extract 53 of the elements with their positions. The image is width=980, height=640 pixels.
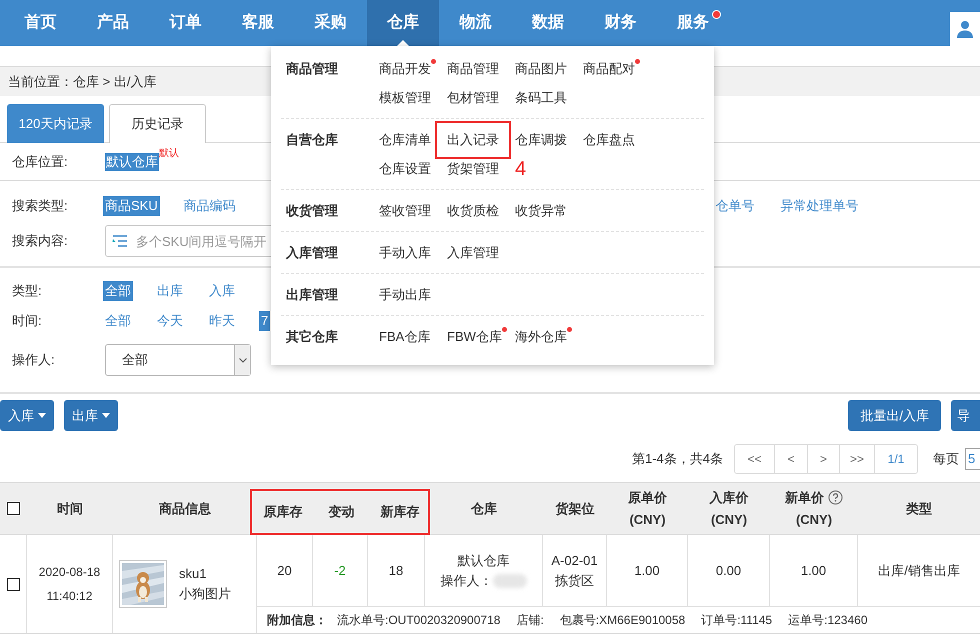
warehouse-name: 默认仓库 [458, 552, 510, 570]
menu-group-label: 入库管理 [284, 244, 339, 262]
table-cell-text: 0.00 [716, 562, 742, 580]
column-header: 时间 [57, 500, 83, 518]
column-header: 仓库 [471, 500, 497, 518]
column-header: 商品信息 [159, 500, 211, 518]
table-cell-text: 18 [388, 562, 404, 580]
sku-text: sku1 [179, 565, 208, 583]
page-indicator: 1/1 [886, 450, 906, 468]
change-value: -2 [334, 562, 346, 580]
column-unit: (CNY) [629, 510, 666, 529]
extra-info-text: 运单号:123460 [788, 612, 868, 629]
column-header: 原库存 [264, 503, 302, 521]
shelf-zone: 拣货区 [555, 572, 594, 590]
column-header: 新库存 [380, 503, 420, 521]
extra-info-text: 店铺: [516, 612, 544, 629]
column-unit: (CNY) [796, 510, 832, 529]
breadcrumb: 当前位置：仓库 > 出/入库 [8, 72, 156, 91]
table-cell-text: 1.00 [634, 562, 660, 580]
extra-info-text: 订单号:11145 [701, 612, 772, 629]
default-tag: 默认 [159, 146, 179, 161]
field-label: 仓库位置: [11, 152, 69, 171]
operator-label: 操作人： [440, 572, 492, 590]
column-unit: (CNY) [710, 510, 748, 529]
product-name: 小狗图片 [179, 585, 231, 603]
per-page-label: 每页 [933, 450, 959, 468]
table-cell-text: 出库/销售出库 [878, 562, 960, 580]
column-header: 新单价 [785, 488, 824, 506]
menu-group-label: 收货管理 [285, 202, 339, 220]
menu-group-label: 自营仓库 [285, 131, 339, 149]
extra-info-label: 附加信息： [267, 612, 327, 629]
column-header: 货架位 [556, 500, 594, 518]
field-label: 搜索类型: [11, 197, 69, 216]
column-header: 变动 [328, 503, 354, 521]
table-cell-text: 1.00 [800, 562, 826, 580]
extra-info-text: 流水单号:OUT0020320900718 [337, 612, 500, 629]
menu-group-label: 其它仓库 [285, 328, 339, 346]
extra-info-text: 包裹号:XM66E9010058 [560, 612, 686, 629]
time-text: 11:40:12 [46, 588, 92, 605]
column-header: 入库价 [710, 488, 748, 506]
annotation-number: 4 [515, 156, 528, 182]
page-summary: 第1-4条，共4条 [632, 450, 723, 468]
column-header: 类型 [906, 500, 932, 518]
field-label: 类型: [11, 282, 43, 300]
menu-group-label: 出库管理 [285, 286, 339, 304]
field-label: 操作人: [11, 351, 56, 370]
shelf-code: A-02-01 [551, 552, 598, 570]
table-cell-text: 20 [277, 562, 292, 580]
column-header: 原单价 [628, 488, 667, 506]
field-label: 时间: [11, 312, 43, 330]
menu-group-label: 商品管理 [285, 60, 339, 78]
field-label: 搜索内容: [11, 232, 69, 250]
date-text: 2020-08-18 [38, 564, 100, 581]
